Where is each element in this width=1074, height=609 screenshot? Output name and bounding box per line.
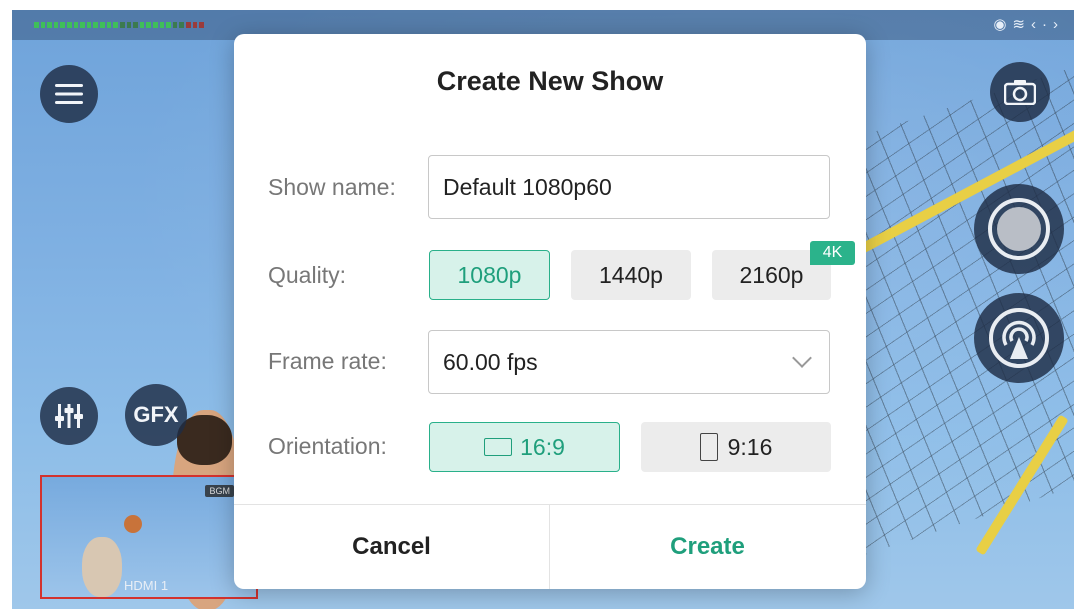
gfx-label: GFX [133, 402, 179, 427]
show-name-input[interactable]: Default 1080p60 [428, 155, 830, 219]
quality-option-1440p[interactable]: 1440p [571, 250, 691, 300]
show-name-label: Show name: [268, 174, 396, 200]
landscape-icon [484, 438, 513, 456]
wifi-icon: ≋ [1012, 16, 1031, 33]
snapshot-button[interactable] [990, 62, 1050, 122]
thumbnail-athlete [82, 537, 122, 597]
record-button[interactable] [974, 184, 1064, 274]
orientation-option-landscape[interactable]: 16:9 [429, 422, 620, 472]
gfx-button[interactable]: GFX [125, 384, 187, 446]
quality-option-1080p[interactable]: 1080p [429, 250, 550, 300]
cancel-button[interactable]: Cancel [234, 504, 549, 589]
menu-button[interactable] [40, 65, 98, 123]
broadcast-icon [989, 308, 1049, 368]
frame-rate-label: Frame rate: [268, 348, 387, 374]
frame-rate-select[interactable]: 60.00 fps [428, 330, 830, 394]
record-icon [988, 198, 1050, 260]
sliders-icon [55, 404, 83, 428]
thumbnail-label: HDMI 1 [124, 578, 169, 593]
frame-rate-value: 60.00 fps [443, 348, 538, 375]
battery-icon: ◉ [993, 16, 1013, 33]
orientation-label: Orientation: [268, 433, 387, 459]
audio-level-meter [34, 22, 204, 28]
link-icon: ‹·› [1031, 16, 1064, 33]
4k-badge: 4K [810, 241, 855, 265]
dialog-title: Create New Show [436, 66, 664, 96]
source-thumbnail[interactable]: BGM HDMI 1 [40, 475, 258, 599]
cancel-label: Cancel [352, 532, 431, 560]
orientation-option-label: 16:9 [520, 433, 565, 460]
quality-option-label: 1440p [599, 261, 663, 288]
audio-mixer-button[interactable] [40, 387, 98, 445]
camera-icon [1004, 80, 1036, 105]
status-icons: ◉≋‹·› [993, 15, 1064, 33]
quality-label: Quality: [268, 262, 346, 288]
create-label: Create [670, 532, 745, 560]
orientation-option-label: 9:16 [727, 433, 773, 460]
chevron-down-icon [792, 348, 812, 368]
quality-option-label: 2160p [739, 261, 804, 288]
portrait-icon [699, 433, 718, 461]
create-button[interactable]: Create [550, 504, 865, 589]
hamburger-icon [55, 84, 83, 104]
volleyball-icon [124, 515, 142, 533]
orientation-option-portrait[interactable]: 9:16 [641, 422, 831, 472]
bgm-badge: BGM [205, 485, 234, 497]
quality-option-label: 1080p [457, 261, 522, 288]
create-show-dialog: Create New Show Show name: Default 1080p… [234, 34, 866, 589]
live-stream-button[interactable] [974, 293, 1064, 383]
show-name-value: Default 1080p60 [443, 173, 612, 200]
